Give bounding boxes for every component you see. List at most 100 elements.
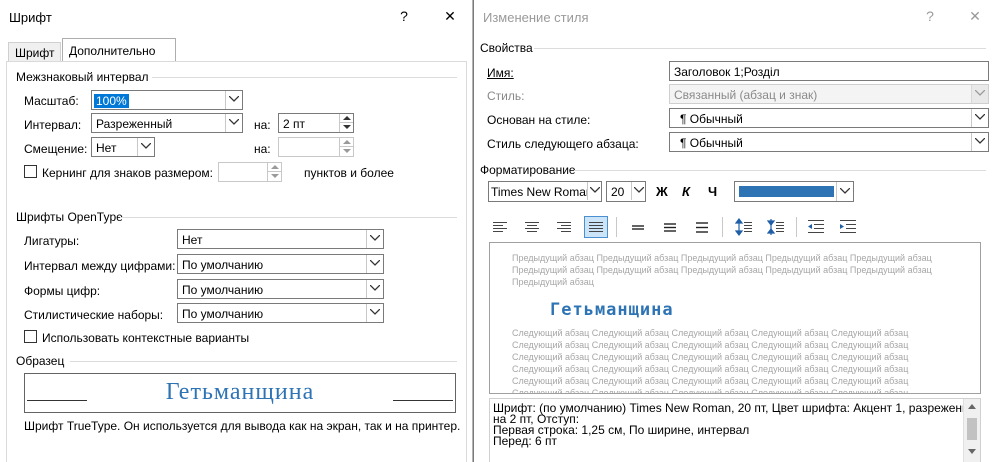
spacing-group-divider [152, 77, 457, 78]
number-spacing-value: По умолчанию [182, 258, 264, 272]
style-name-label-text: Имя: [487, 66, 514, 80]
line-spacing-double-icon [696, 222, 708, 233]
spin-down-arrow-icon[interactable] [339, 123, 353, 132]
ligatures-value: Нет [182, 233, 203, 247]
opentype-group-divider [120, 217, 457, 218]
chevron-down-icon[interactable] [225, 91, 242, 109]
line-spacing-double-button[interactable] [690, 216, 714, 238]
preview-group-title: Образец [16, 354, 65, 368]
chevron-down-icon[interactable] [587, 182, 601, 200]
font-name-value: Times New Roman [491, 185, 593, 199]
chevron-down-icon[interactable] [971, 109, 988, 127]
number-spacing-label: Интервал между цифрами: [24, 259, 176, 273]
style-type-label: Стиль: [487, 89, 525, 103]
style-name-input[interactable]: Заголовок 1;Розділ [669, 61, 989, 81]
chevron-down-icon[interactable] [137, 138, 154, 156]
font-size-value: 20 [611, 185, 625, 199]
tab-font[interactable]: Шрифт [8, 42, 61, 62]
number-forms-combo[interactable]: По умолчанию [177, 279, 384, 299]
spacing-by-spinner[interactable]: 2 пт [278, 113, 354, 133]
scroll-down-arrow-icon[interactable] [968, 449, 976, 454]
align-center-button[interactable] [520, 216, 544, 238]
bold-button[interactable]: Ж [656, 184, 668, 199]
font-sample-text: Гетьманщина [165, 379, 315, 405]
chevron-down-icon[interactable] [366, 304, 383, 322]
next-style-value: ¶ Обычный [680, 136, 743, 150]
font-color-swatch [739, 186, 834, 197]
based-on-label: Основан на стиле: [487, 113, 591, 127]
chevron-down-icon[interactable] [366, 230, 383, 248]
toolbar-separator [722, 217, 723, 237]
description-scrollbar[interactable] [963, 399, 980, 462]
font-dialog-titlebar: Шрифт ? ✕ [0, 0, 472, 34]
chevron-down-icon[interactable] [225, 114, 242, 132]
font-dialog: Шрифт ? ✕ Шрифт Дополнительно Межзнаковы… [0, 0, 473, 462]
font-size-combo[interactable]: 20 [606, 181, 646, 202]
position-by-label: на: [254, 142, 271, 156]
contextual-alternates-checkbox[interactable] [24, 330, 37, 343]
chevron-down-icon[interactable] [366, 280, 383, 298]
help-button[interactable]: ? [394, 8, 414, 24]
scale-combo[interactable]: 100% [91, 90, 243, 110]
align-left-button[interactable] [488, 216, 512, 238]
align-right-button[interactable] [552, 216, 576, 238]
next-style-combo[interactable]: ¶ Обычный [669, 132, 989, 152]
line-spacing-single-button[interactable] [626, 216, 650, 238]
scroll-up-arrow-icon[interactable] [968, 404, 976, 409]
contextual-alternates-label: Использовать контекстные варианты [42, 331, 250, 345]
italic-button[interactable]: К [682, 184, 690, 199]
spin-down-arrow-icon[interactable] [267, 172, 281, 181]
close-button[interactable]: ✕ [965, 8, 985, 25]
description-line: Первая строка: 1,25 см, По ширине, интер… [493, 423, 750, 437]
chevron-down-icon[interactable] [971, 133, 988, 151]
style-type-combo[interactable]: Связанный (абзац и знак) [669, 84, 989, 104]
spacing-group-title: Межзнаковый интервал [16, 70, 149, 84]
style-preview-pane: Предыдущий абзац Предыдущий абзац Предыд… [489, 242, 981, 394]
ligatures-combo[interactable]: Нет [177, 229, 384, 249]
spacing-combo[interactable]: Разреженный [91, 113, 243, 133]
style-name-value: Заголовок 1;Розділ [674, 65, 780, 79]
preview-previous-paragraph: Предыдущий абзац Предыдущий абзац Предыд… [512, 253, 932, 287]
opentype-group-title: Шрифты OpenType [16, 210, 123, 224]
formatting-divider [574, 170, 986, 171]
underline-button[interactable]: Ч [708, 184, 717, 199]
line-spacing-single-icon [632, 225, 644, 230]
kerning-suffix: пунктов и более [304, 166, 394, 180]
spin-down-arrow-icon[interactable] [339, 147, 353, 156]
spin-up-arrow-icon[interactable] [267, 163, 281, 172]
font-color-combo[interactable] [734, 181, 854, 202]
spin-up-arrow-icon[interactable] [339, 114, 353, 123]
formatting-section-title: Форматирование [480, 163, 576, 177]
spacing-label: Интервал: [24, 118, 82, 132]
scale-label: Масштаб: [24, 94, 79, 108]
align-justify-button[interactable] [584, 216, 608, 238]
chevron-down-icon[interactable] [631, 182, 645, 200]
style-dialog-title: Изменение стиля [483, 10, 589, 25]
stylistic-sets-value: По умолчанию [182, 307, 264, 321]
space-before-decrease-button[interactable] [764, 216, 788, 238]
style-type-value: Связанный (абзац и знак) [674, 88, 818, 102]
space-before-increase-button[interactable] [732, 216, 756, 238]
chevron-down-icon[interactable] [366, 255, 383, 273]
close-button[interactable]: ✕ [440, 8, 460, 25]
stylistic-sets-combo[interactable]: По умолчанию [177, 303, 384, 323]
font-name-combo[interactable]: Times New Roman [488, 181, 602, 202]
chevron-down-icon[interactable] [836, 182, 853, 201]
number-spacing-combo[interactable]: По умолчанию [177, 254, 384, 274]
scroll-thumb[interactable] [967, 418, 977, 440]
chevron-down-icon[interactable] [971, 85, 988, 103]
decrease-indent-button[interactable] [804, 216, 828, 238]
kerning-spinner[interactable] [218, 162, 282, 182]
position-combo[interactable]: Нет [91, 137, 155, 157]
position-by-spinner[interactable] [278, 137, 354, 157]
increase-indent-button[interactable] [836, 216, 860, 238]
spin-up-arrow-icon[interactable] [339, 138, 353, 147]
tab-advanced[interactable]: Дополнительно [62, 38, 176, 62]
help-button[interactable]: ? [920, 8, 940, 24]
font-dialog-title: Шрифт [9, 10, 52, 25]
preview-following-paragraph: Следующий абзац Следующий абзац Следующи… [512, 328, 909, 394]
based-on-combo[interactable]: ¶ Обычный [669, 108, 989, 128]
space-decrease-icon [766, 219, 784, 235]
kerning-checkbox[interactable] [24, 165, 37, 178]
line-spacing-one-half-button[interactable] [658, 216, 682, 238]
